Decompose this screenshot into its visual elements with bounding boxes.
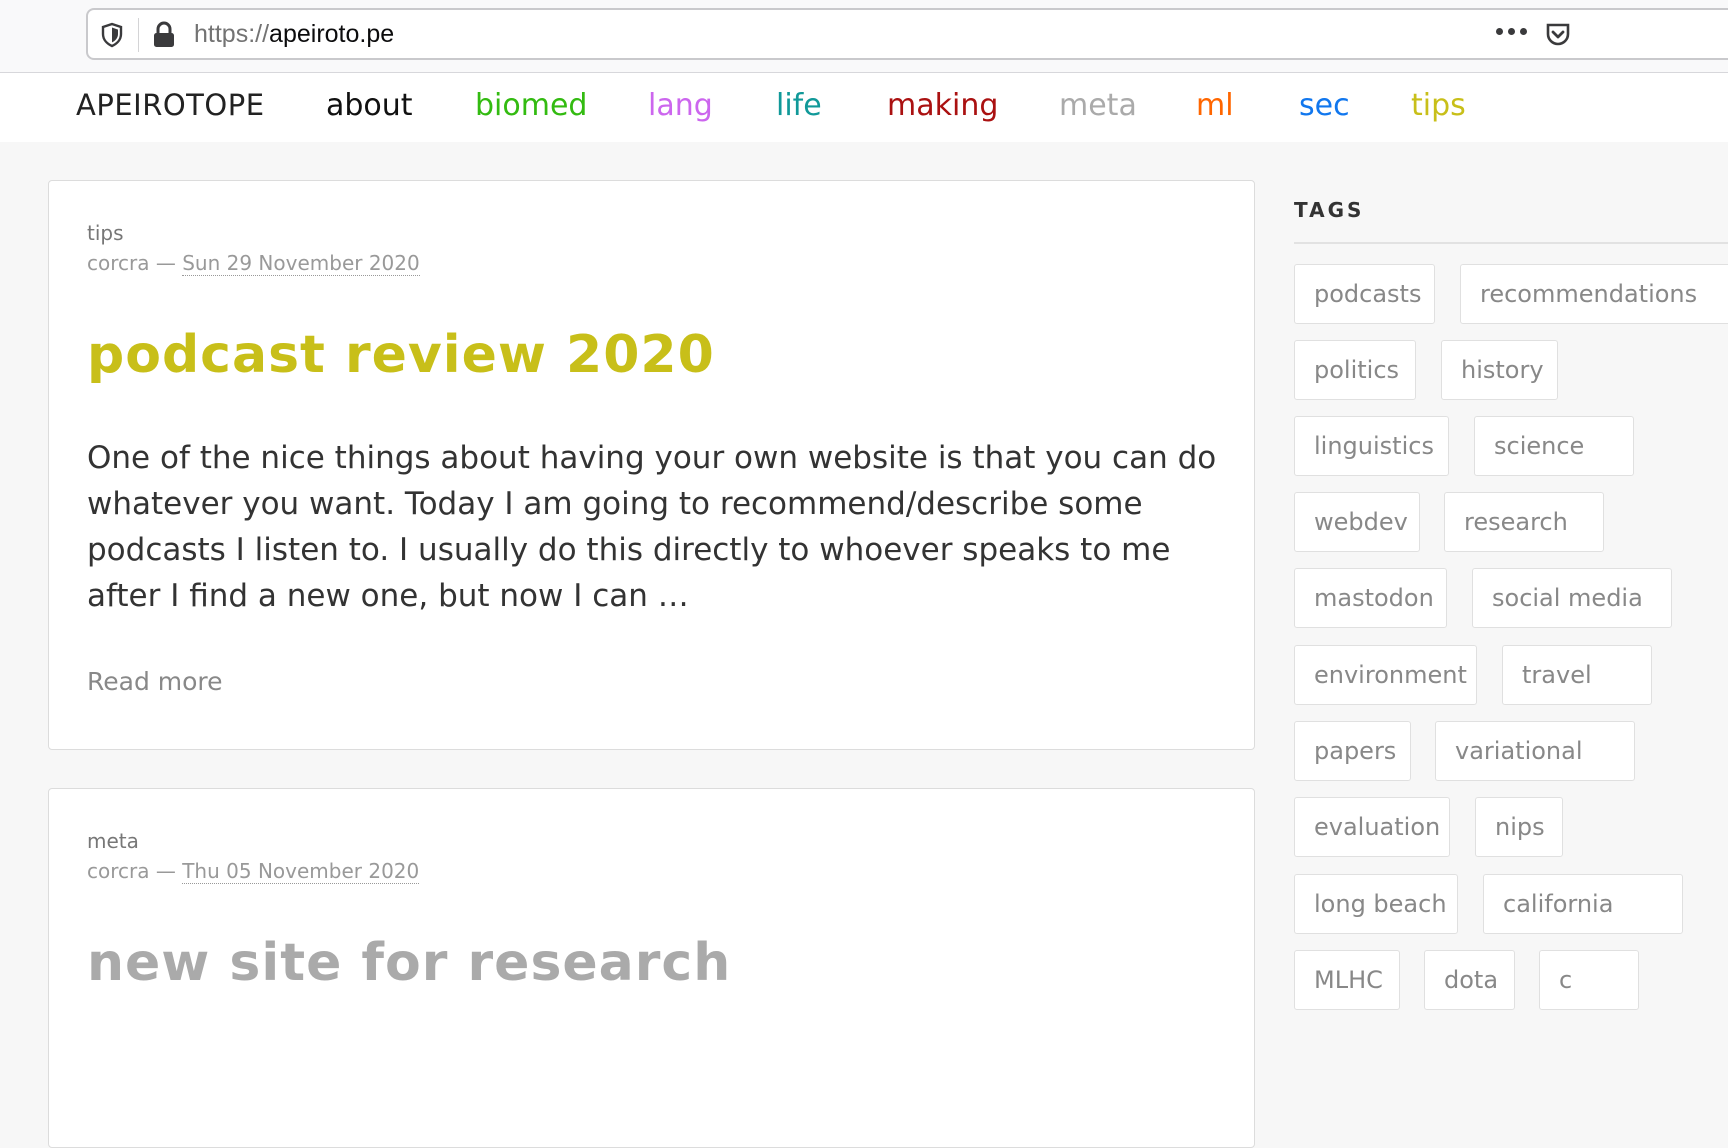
tag-social-media[interactable]: social media bbox=[1472, 568, 1672, 628]
tag-mastodon[interactable]: mastodon bbox=[1294, 568, 1447, 628]
post-author: corcra bbox=[87, 251, 150, 275]
tag-variational[interactable]: variational bbox=[1435, 721, 1635, 781]
tag-environment[interactable]: environment bbox=[1294, 645, 1477, 705]
tag-travel[interactable]: travel bbox=[1502, 645, 1652, 705]
tag-mlhc[interactable]: MLHC bbox=[1294, 950, 1400, 1010]
post-meta-dash: — bbox=[155, 251, 176, 275]
url-text[interactable]: https://apeiroto.pe bbox=[194, 20, 394, 49]
post-meta-dash: — bbox=[155, 859, 176, 883]
tag-long-beach[interactable]: long beach bbox=[1294, 874, 1458, 934]
tags-divider bbox=[1294, 242, 1728, 244]
nav-link-tips[interactable]: tips bbox=[1411, 88, 1466, 123]
post-category-link[interactable]: meta bbox=[87, 829, 139, 853]
tag-c[interactable]: c bbox=[1539, 950, 1639, 1010]
post-excerpt: One of the nice things about having your… bbox=[87, 440, 1217, 614]
post-meta: corcra — Thu 05 November 2020 bbox=[87, 859, 420, 884]
tags-heading: TAGS bbox=[1294, 198, 1365, 222]
nav-link-ml[interactable]: ml bbox=[1196, 88, 1234, 123]
nav-link-making[interactable]: making bbox=[887, 88, 998, 123]
post-category-link[interactable]: tips bbox=[87, 221, 124, 245]
page-actions-menu-icon[interactable] bbox=[1496, 28, 1527, 35]
lock-icon[interactable] bbox=[152, 21, 176, 53]
post-title-link[interactable]: new site for research bbox=[87, 933, 731, 993]
post-date: Sun 29 November 2020 bbox=[182, 251, 420, 276]
shield-icon[interactable] bbox=[100, 22, 124, 52]
tag-history[interactable]: history bbox=[1441, 340, 1558, 400]
post-title-link[interactable]: podcast review 2020 bbox=[87, 325, 715, 385]
read-more-link[interactable]: Read more bbox=[87, 667, 223, 696]
address-bar-separator bbox=[138, 18, 139, 52]
post-author: corcra bbox=[87, 859, 150, 883]
url-host: apeiroto.pe bbox=[269, 20, 395, 48]
tag-linguistics[interactable]: linguistics bbox=[1294, 416, 1449, 476]
post-meta: corcra — Sun 29 November 2020 bbox=[87, 251, 420, 276]
tag-podcasts[interactable]: podcasts bbox=[1294, 264, 1435, 324]
browser-toolbar: https://apeiroto.pe bbox=[0, 0, 1728, 73]
site-nav: APEIROTOPE about biomed lang life making… bbox=[0, 73, 1728, 142]
url-scheme: https:// bbox=[194, 20, 270, 48]
nav-link-about[interactable]: about bbox=[326, 88, 413, 123]
tag-research[interactable]: research bbox=[1444, 492, 1604, 552]
nav-link-life[interactable]: life bbox=[776, 88, 822, 123]
tag-nips[interactable]: nips bbox=[1475, 797, 1563, 857]
tag-recommendations[interactable]: recommendations bbox=[1460, 264, 1728, 324]
nav-link-lang[interactable]: lang bbox=[648, 88, 713, 123]
nav-link-biomed[interactable]: biomed bbox=[475, 88, 587, 123]
pocket-icon[interactable] bbox=[1544, 21, 1572, 53]
post-card: tips corcra — Sun 29 November 2020 podca… bbox=[48, 180, 1255, 750]
tag-politics[interactable]: politics bbox=[1294, 340, 1416, 400]
tag-webdev[interactable]: webdev bbox=[1294, 492, 1420, 552]
post-date: Thu 05 November 2020 bbox=[182, 859, 420, 884]
address-bar[interactable]: https://apeiroto.pe bbox=[86, 8, 1728, 60]
tag-evaluation[interactable]: evaluation bbox=[1294, 797, 1450, 857]
nav-link-sec[interactable]: sec bbox=[1299, 88, 1350, 123]
site-brand-link[interactable]: APEIROTOPE bbox=[76, 88, 265, 122]
post-card: meta corcra — Thu 05 November 2020 new s… bbox=[48, 788, 1255, 1148]
tag-science[interactable]: science bbox=[1474, 416, 1634, 476]
tag-california[interactable]: california bbox=[1483, 874, 1683, 934]
tag-papers[interactable]: papers bbox=[1294, 721, 1411, 781]
tag-dota[interactable]: dota bbox=[1424, 950, 1515, 1010]
nav-link-meta[interactable]: meta bbox=[1059, 88, 1137, 123]
